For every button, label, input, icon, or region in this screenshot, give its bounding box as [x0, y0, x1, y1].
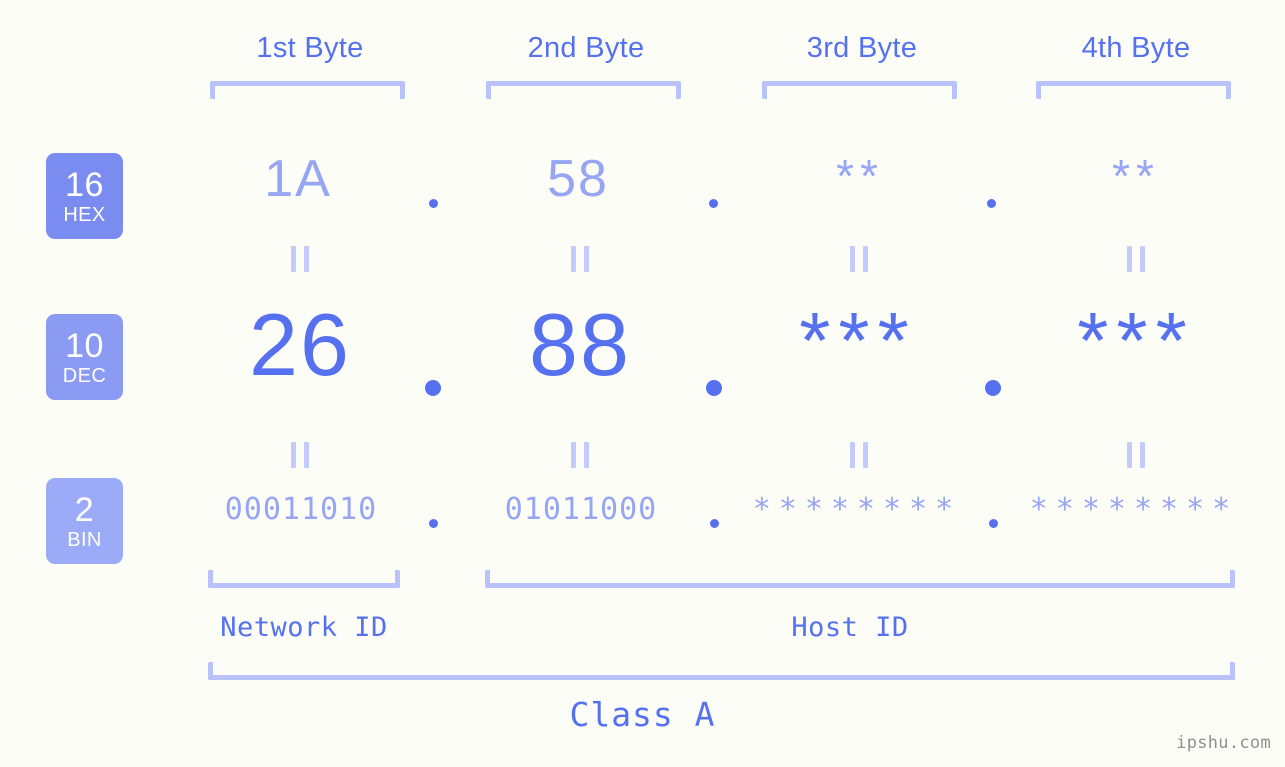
dec-byte-2: 88	[529, 295, 631, 394]
host-id-bracket	[485, 570, 1235, 588]
hex-separator-dot-1	[429, 199, 438, 208]
base-badge-bin-label: BIN	[67, 528, 102, 551]
base-badge-dec-label: DEC	[62, 364, 107, 387]
hex-separator-dot-3	[987, 199, 996, 208]
byte-bracket-3	[762, 81, 957, 99]
site-watermark: ipshu.com	[1176, 733, 1271, 753]
dec-separator-dot-2	[706, 380, 722, 396]
hex-byte-4: **	[1112, 150, 1160, 202]
equals-mark-hex-dec-3	[850, 246, 868, 272]
bin-byte-4: ********	[1029, 492, 1239, 527]
base-badge-bin-number: 2	[74, 490, 95, 529]
equals-mark-dec-bin-3	[850, 442, 868, 468]
byte-bracket-1	[210, 81, 405, 99]
equals-mark-hex-dec-4	[1127, 246, 1145, 272]
dec-byte-1: 26	[249, 295, 351, 394]
hex-byte-1: 1A	[264, 150, 332, 208]
hex-separator-dot-2	[709, 199, 718, 208]
base-badge-dec-number: 10	[65, 326, 104, 365]
byte-bracket-2	[486, 81, 681, 99]
equals-mark-dec-bin-4	[1127, 442, 1145, 468]
base-badge-bin: 2 BIN	[46, 478, 123, 564]
bin-byte-2: 01011000	[504, 492, 658, 527]
network-id-bracket	[208, 570, 400, 588]
byte-bracket-4	[1036, 81, 1231, 99]
base-badge-dec: 10 DEC	[46, 314, 123, 400]
class-bracket	[208, 662, 1235, 680]
bin-separator-dot-1	[429, 519, 438, 528]
base-badge-hex-label: HEX	[63, 203, 106, 226]
dec-separator-dot-1	[425, 380, 441, 396]
equals-mark-hex-dec-1	[291, 246, 309, 272]
byte-header-2: 2nd Byte	[527, 32, 645, 64]
dec-byte-4: ***	[1077, 296, 1195, 385]
hex-byte-2: 58	[547, 150, 609, 208]
byte-header-4: 4th Byte	[1081, 32, 1191, 64]
base-badge-hex: 16 HEX	[46, 153, 123, 239]
hex-byte-3: **	[836, 150, 884, 202]
dec-separator-dot-3	[985, 380, 1001, 396]
host-id-label: Host ID	[791, 612, 909, 643]
bin-byte-1: 00011010	[224, 492, 378, 527]
byte-header-1: 1st Byte	[256, 32, 364, 64]
equals-mark-dec-bin-1	[291, 442, 309, 468]
ip-address-breakdown-page: { "meta": { "background": "#fcfdf7", "ac…	[0, 0, 1285, 767]
base-badge-hex-number: 16	[65, 165, 104, 204]
dec-byte-3: ***	[799, 296, 917, 385]
class-label: Class A	[569, 695, 716, 734]
network-id-label: Network ID	[220, 612, 388, 643]
bin-byte-3: ********	[752, 492, 962, 527]
bin-separator-dot-2	[710, 519, 719, 528]
byte-header-3: 3rd Byte	[806, 32, 918, 64]
equals-mark-hex-dec-2	[571, 246, 589, 272]
bin-separator-dot-3	[989, 519, 998, 528]
equals-mark-dec-bin-2	[571, 442, 589, 468]
